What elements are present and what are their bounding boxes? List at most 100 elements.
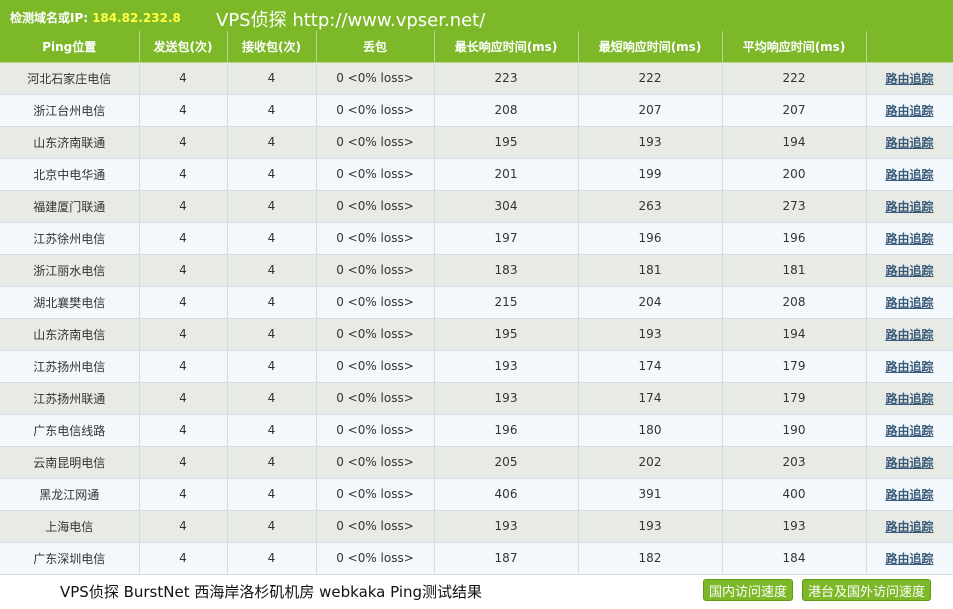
min-time-cell: 193 [578, 510, 723, 543]
min-time-cell: 174 [578, 382, 723, 415]
sent-cell: 4 [139, 446, 228, 479]
column-header: 最短响应时间(ms) [578, 31, 723, 63]
route-trace-link[interactable]: 路由追踪 [885, 392, 933, 406]
location-cell: 浙江丽水电信 [0, 254, 140, 287]
loss-cell: 0 <0% loss> [316, 446, 435, 479]
sent-cell: 4 [139, 126, 228, 159]
route-trace-link[interactable]: 路由追踪 [885, 104, 933, 118]
header-bar: 检测域名或IP: 184.82.232.8 VPS侦探 http://www.vp… [0, 0, 953, 31]
location-cell: 山东济南电信 [0, 318, 140, 351]
location-cell: 山东济南联通 [0, 126, 140, 159]
column-header: 平均响应时间(ms) [722, 31, 867, 63]
sent-cell: 4 [139, 158, 228, 191]
loss-cell: 0 <0% loss> [316, 542, 435, 575]
received-cell: 4 [227, 222, 317, 255]
min-time-cell: 182 [578, 542, 723, 575]
table-row: 河北石家庄电信 4 4 0 <0% loss> 223 222 222 路由追踪 [0, 62, 953, 95]
loss-cell: 0 <0% loss> [316, 190, 435, 223]
trace-cell: 路由追踪 [866, 542, 953, 575]
min-time-cell: 181 [578, 254, 723, 287]
avg-time-cell: 194 [722, 318, 867, 351]
table-header-row: Ping位置 发送包(次) 接收包(次) 丢包 最长响应时间(ms) 最短响应时间(ms)… [0, 31, 953, 63]
min-time-cell: 207 [578, 94, 723, 127]
loss-cell: 0 <0% loss> [316, 318, 435, 351]
route-trace-link[interactable]: 路由追踪 [885, 200, 933, 214]
table-row: 云南昆明电信 4 4 0 <0% loss> 205 202 203 路由追踪 [0, 446, 953, 479]
route-trace-link[interactable]: 路由追踪 [885, 456, 933, 470]
location-cell: 浙江台州电信 [0, 94, 140, 127]
avg-time-cell: 181 [722, 254, 867, 287]
column-header: 发送包(次) [139, 31, 228, 63]
route-trace-link[interactable]: 路由追踪 [885, 168, 933, 182]
route-trace-link[interactable]: 路由追踪 [885, 328, 933, 342]
domestic-speed-button[interactable]: 国内访问速度 [703, 579, 794, 601]
location-cell: 云南昆明电信 [0, 446, 140, 479]
route-trace-link[interactable]: 路由追踪 [885, 424, 933, 438]
location-cell: 黑龙江网通 [0, 478, 140, 511]
sent-cell: 4 [139, 382, 228, 415]
column-header [866, 31, 953, 63]
min-time-cell: 196 [578, 222, 723, 255]
route-trace-link[interactable]: 路由追踪 [885, 264, 933, 278]
sent-cell: 4 [139, 94, 228, 127]
route-trace-link[interactable]: 路由追踪 [885, 488, 933, 502]
sent-cell: 4 [139, 222, 228, 255]
route-trace-link[interactable]: 路由追踪 [885, 72, 933, 86]
loss-cell: 0 <0% loss> [316, 414, 435, 447]
table-row: 浙江丽水电信 4 4 0 <0% loss> 183 181 181 路由追踪 [0, 254, 953, 287]
trace-cell: 路由追踪 [866, 350, 953, 383]
min-time-cell: 193 [578, 318, 723, 351]
route-trace-link[interactable]: 路由追踪 [885, 296, 933, 310]
route-trace-link[interactable]: 路由追踪 [885, 552, 933, 566]
route-trace-link[interactable]: 路由追踪 [885, 136, 933, 150]
route-trace-link[interactable]: 路由追踪 [885, 360, 933, 374]
min-time-cell: 391 [578, 478, 723, 511]
avg-time-cell: 207 [722, 94, 867, 127]
trace-cell: 路由追踪 [866, 446, 953, 479]
received-cell: 4 [227, 254, 317, 287]
received-cell: 4 [227, 446, 317, 479]
footer-caption: VPS侦探 BurstNet 西海岸洛杉矶机房 webkaka Ping测试结果 [60, 583, 483, 601]
trace-cell: 路由追踪 [866, 62, 953, 95]
min-time-cell: 193 [578, 126, 723, 159]
max-time-cell: 195 [434, 318, 579, 351]
loss-cell: 0 <0% loss> [316, 510, 435, 543]
loss-cell: 0 <0% loss> [316, 62, 435, 95]
received-cell: 4 [227, 414, 317, 447]
table-body: 河北石家庄电信 4 4 0 <0% loss> 223 222 222 路由追踪 浙江台州电信 4… [0, 62, 953, 575]
sent-cell: 4 [139, 286, 228, 319]
received-cell: 4 [227, 542, 317, 575]
avg-time-cell: 208 [722, 286, 867, 319]
max-time-cell: 304 [434, 190, 579, 223]
sent-cell: 4 [139, 62, 228, 95]
min-time-cell: 222 [578, 62, 723, 95]
location-cell: 湖北襄樊电信 [0, 286, 140, 319]
trace-cell: 路由追踪 [866, 318, 953, 351]
ip-label-text: 检测域名或IP: [10, 11, 89, 25]
received-cell: 4 [227, 478, 317, 511]
max-time-cell: 196 [434, 414, 579, 447]
table-row: 浙江台州电信 4 4 0 <0% loss> 208 207 207 路由追踪 [0, 94, 953, 127]
trace-cell: 路由追踪 [866, 286, 953, 319]
received-cell: 4 [227, 350, 317, 383]
foreign-speed-button[interactable]: 港台及国外访问速度 [802, 579, 932, 601]
table-row: 广东电信线路 4 4 0 <0% loss> 196 180 190 路由追踪 [0, 414, 953, 447]
avg-time-cell: 196 [722, 222, 867, 255]
route-trace-link[interactable]: 路由追踪 [885, 232, 933, 246]
trace-cell: 路由追踪 [866, 510, 953, 543]
route-trace-link[interactable]: 路由追踪 [885, 520, 933, 534]
max-time-cell: 197 [434, 222, 579, 255]
loss-cell: 0 <0% loss> [316, 222, 435, 255]
max-time-cell: 205 [434, 446, 579, 479]
received-cell: 4 [227, 382, 317, 415]
min-time-cell: 204 [578, 286, 723, 319]
trace-cell: 路由追踪 [866, 222, 953, 255]
table-row: 江苏扬州联通 4 4 0 <0% loss> 193 174 179 路由追踪 [0, 382, 953, 415]
loss-cell: 0 <0% loss> [316, 286, 435, 319]
avg-time-cell: 200 [722, 158, 867, 191]
max-time-cell: 193 [434, 350, 579, 383]
min-time-cell: 263 [578, 190, 723, 223]
loss-cell: 0 <0% loss> [316, 350, 435, 383]
trace-cell: 路由追踪 [866, 158, 953, 191]
sent-cell: 4 [139, 478, 228, 511]
